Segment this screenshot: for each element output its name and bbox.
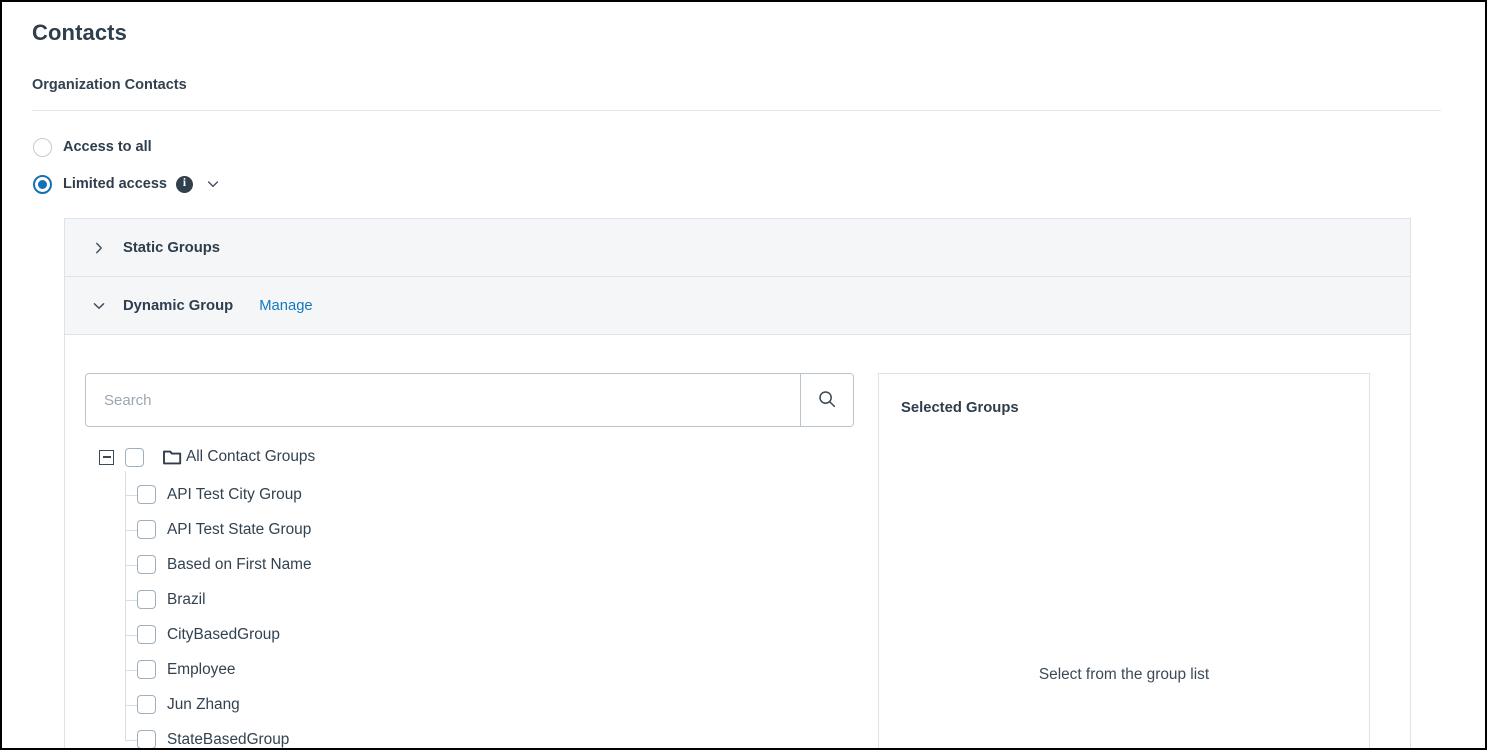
radio-label-access-to-all: Access to all bbox=[63, 139, 152, 155]
tree-item[interactable]: Jun Zhang bbox=[85, 687, 875, 722]
radio-row-access-to-all[interactable]: Access to all bbox=[33, 136, 152, 158]
accordion-header-dynamic-group[interactable]: Dynamic Group Manage bbox=[65, 277, 1410, 335]
tree-root-label: All Contact Groups bbox=[186, 448, 316, 465]
accordion-title-dynamic-group: Dynamic Group bbox=[123, 297, 234, 314]
tree-children: API Test City Group API Test State Group… bbox=[85, 471, 875, 748]
accordion-header-static-groups[interactable]: Static Groups bbox=[65, 219, 1410, 277]
tree-item-label: Jun Zhang bbox=[167, 695, 240, 713]
tree-item-label: Employee bbox=[167, 660, 236, 678]
search-icon bbox=[817, 389, 837, 412]
manage-link[interactable]: Manage bbox=[259, 298, 312, 314]
tree-item-label: StateBasedGroup bbox=[167, 730, 290, 748]
contacts-screen: Contacts Organization Contacts Access to… bbox=[0, 0, 1487, 750]
selected-groups-title: Selected Groups bbox=[901, 400, 1019, 416]
chevron-down-icon bbox=[91, 298, 107, 314]
checkbox-group[interactable] bbox=[137, 555, 156, 574]
chevron-down-icon[interactable] bbox=[206, 177, 220, 191]
dynamic-group-body: All Contact Groups API Test City Group A… bbox=[65, 335, 1410, 748]
checkbox-group[interactable] bbox=[137, 485, 156, 504]
selected-groups-empty-message: Select from the group list bbox=[1038, 666, 1210, 683]
chevron-right-icon bbox=[91, 240, 107, 256]
checkbox-all-contact-groups[interactable] bbox=[125, 447, 144, 467]
tree-item[interactable]: CityBasedGroup bbox=[85, 617, 875, 652]
tree-item[interactable]: API Test City Group bbox=[85, 477, 875, 512]
radio-label-limited-access: Limited access bbox=[63, 176, 167, 192]
section-subtitle: Organization Contacts bbox=[32, 77, 187, 93]
folder-icon bbox=[163, 449, 182, 465]
group-tree: All Contact Groups API Test City Group A… bbox=[85, 443, 875, 748]
tree-item[interactable]: API Test State Group bbox=[85, 512, 875, 547]
checkbox-group[interactable] bbox=[137, 660, 156, 679]
checkbox-group[interactable] bbox=[137, 520, 156, 539]
tree-root-row[interactable]: All Contact Groups bbox=[85, 443, 875, 471]
tree-item-label: Based on First Name bbox=[167, 555, 312, 573]
accordion-title-static-groups: Static Groups bbox=[123, 239, 221, 256]
tree-item-label: API Test State Group bbox=[167, 520, 312, 538]
tree-item-label: API Test City Group bbox=[167, 485, 302, 503]
radio-row-limited-access[interactable]: Limited access i bbox=[33, 173, 220, 195]
info-icon[interactable]: i bbox=[175, 175, 193, 193]
page-title: Contacts bbox=[32, 20, 127, 45]
header-divider bbox=[32, 110, 1441, 111]
search-box bbox=[85, 373, 854, 427]
radio-limited-access[interactable] bbox=[33, 174, 52, 194]
tree-item-label: CityBasedGroup bbox=[167, 625, 280, 643]
tree-item[interactable]: Based on First Name bbox=[85, 547, 875, 582]
tree-item-label: Brazil bbox=[167, 590, 206, 608]
checkbox-group[interactable] bbox=[137, 695, 156, 714]
search-button[interactable] bbox=[800, 374, 853, 426]
checkbox-group[interactable] bbox=[137, 625, 156, 644]
radio-access-to-all[interactable] bbox=[33, 137, 52, 157]
minus-square-icon[interactable] bbox=[99, 449, 114, 465]
checkbox-group[interactable] bbox=[137, 590, 156, 609]
search-input[interactable] bbox=[86, 374, 800, 426]
tree-item[interactable]: StateBasedGroup bbox=[85, 722, 875, 748]
groups-accordion: Static Groups Dynamic Group Manage Searc… bbox=[64, 218, 1411, 748]
tree-item[interactable]: Brazil bbox=[85, 582, 875, 617]
checkbox-group[interactable] bbox=[137, 730, 156, 748]
selected-groups-panel: Selected Groups Select from the group li… bbox=[878, 373, 1370, 748]
tree-item[interactable]: Employee bbox=[85, 652, 875, 687]
